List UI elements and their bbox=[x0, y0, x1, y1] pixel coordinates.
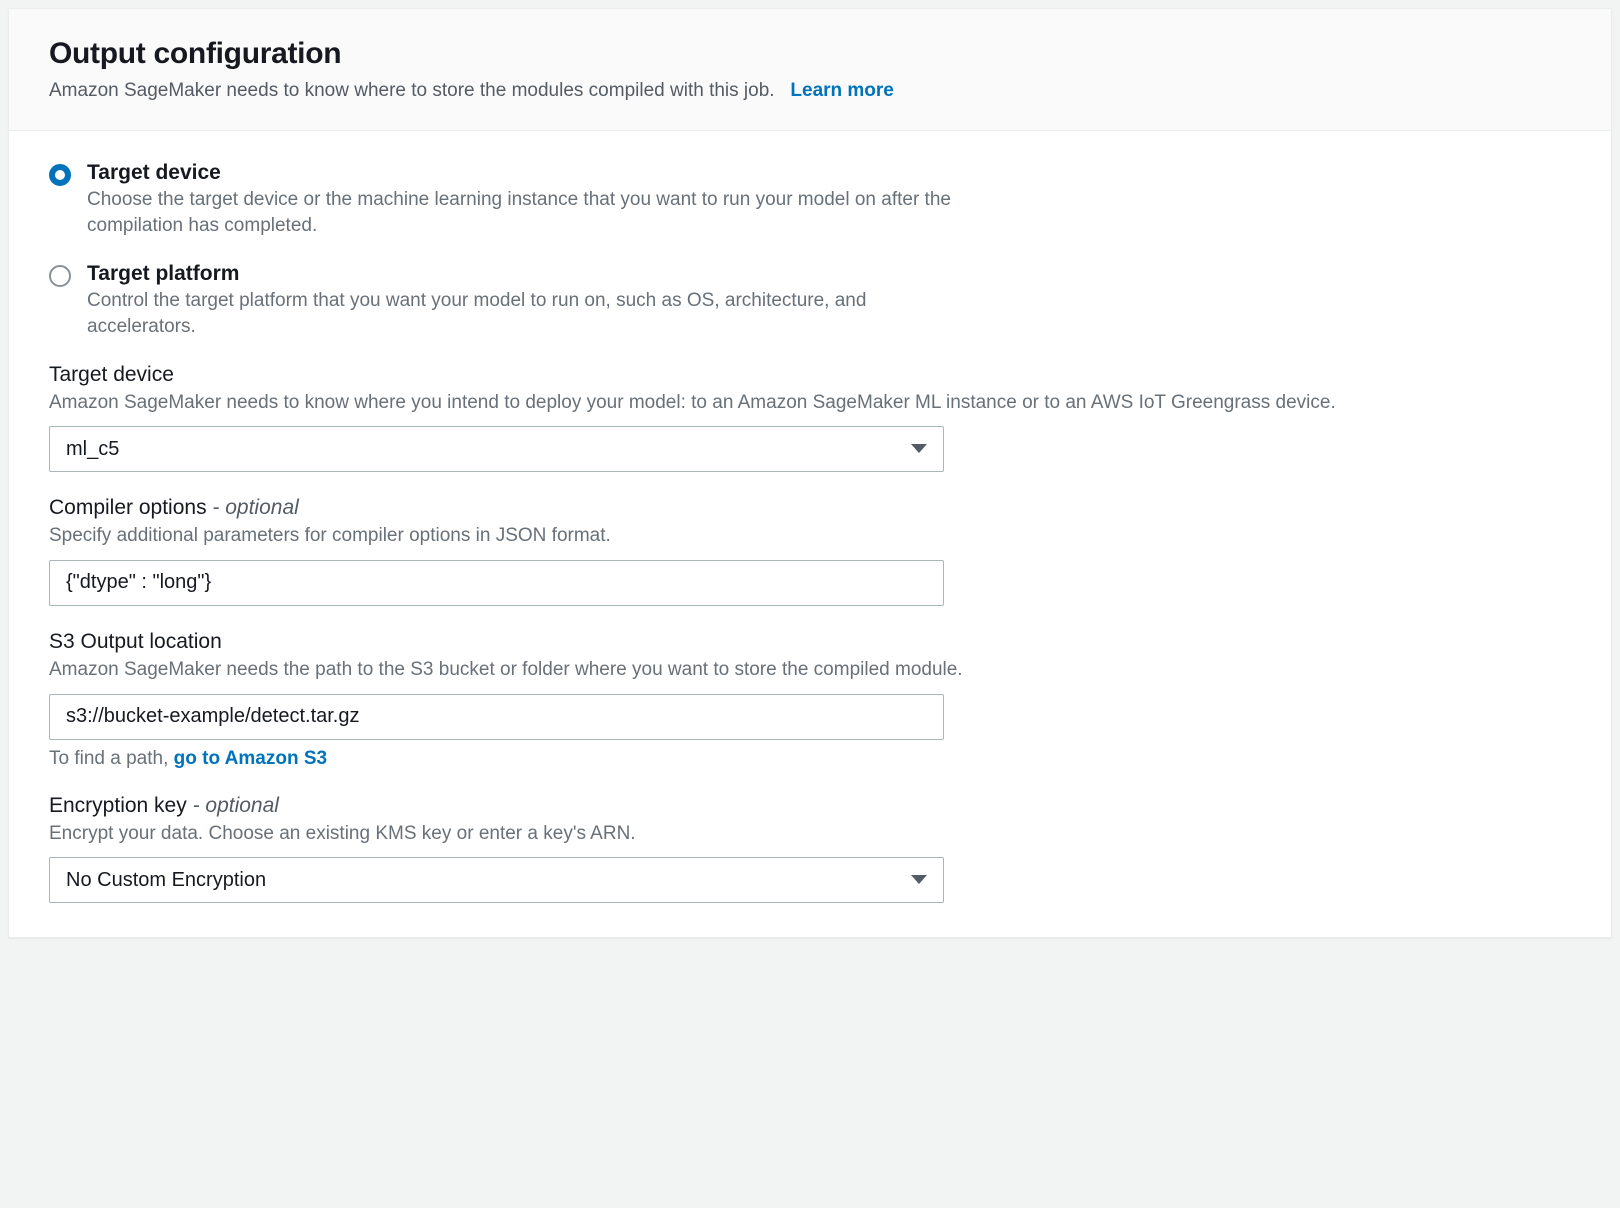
compiler-options-input[interactable] bbox=[49, 560, 944, 606]
radio-label: Target device bbox=[87, 161, 967, 185]
label-text: Compiler options bbox=[49, 496, 207, 519]
radio-target-platform[interactable]: Target platform Control the target platf… bbox=[49, 262, 1571, 341]
s3-output-input[interactable] bbox=[49, 694, 944, 740]
label-text: Encryption key bbox=[49, 794, 187, 817]
select-value: ml_c5 bbox=[66, 438, 119, 461]
optional-suffix: - optional bbox=[207, 496, 299, 519]
radio-desc: Choose the target device or the machine … bbox=[87, 187, 967, 240]
field-label: Compiler options - optional bbox=[49, 496, 1571, 520]
panel-subtitle-text: Amazon SageMaker needs to know where to … bbox=[49, 80, 775, 101]
field-label: S3 Output location bbox=[49, 630, 1571, 654]
field-encryption-key: Encryption key - optional Encrypt your d… bbox=[49, 794, 1571, 904]
field-desc: Specify additional parameters for compil… bbox=[49, 522, 1571, 550]
select-container: ml_c5 bbox=[49, 426, 944, 472]
s3-hint: To find a path, go to Amazon S3 bbox=[49, 748, 1571, 770]
radio-label: Target platform bbox=[87, 262, 967, 286]
go-to-s3-link[interactable]: go to Amazon S3 bbox=[174, 748, 327, 769]
select-container: No Custom Encryption bbox=[49, 857, 944, 903]
radio-content: Target device Choose the target device o… bbox=[87, 161, 967, 240]
panel-body: Target device Choose the target device o… bbox=[9, 131, 1611, 938]
field-label: Encryption key - optional bbox=[49, 794, 1571, 818]
field-desc: Amazon SageMaker needs the path to the S… bbox=[49, 656, 1571, 684]
radio-indicator-selected bbox=[49, 164, 71, 186]
optional-suffix: - optional bbox=[187, 794, 279, 817]
panel-title: Output configuration bbox=[49, 37, 1571, 71]
radio-indicator bbox=[49, 265, 71, 287]
output-configuration-panel: Output configuration Amazon SageMaker ne… bbox=[8, 8, 1612, 938]
learn-more-link[interactable]: Learn more bbox=[790, 80, 893, 101]
panel-header: Output configuration Amazon SageMaker ne… bbox=[9, 9, 1611, 131]
encryption-key-select[interactable]: No Custom Encryption bbox=[49, 857, 944, 903]
radio-content: Target platform Control the target platf… bbox=[87, 262, 967, 341]
hint-prefix: To find a path, bbox=[49, 748, 174, 769]
select-value: No Custom Encryption bbox=[66, 869, 266, 892]
field-label: Target device bbox=[49, 363, 1571, 387]
field-s3-output: S3 Output location Amazon SageMaker need… bbox=[49, 630, 1571, 770]
field-target-device: Target device Amazon SageMaker needs to … bbox=[49, 363, 1571, 473]
target-device-select[interactable]: ml_c5 bbox=[49, 426, 944, 472]
field-desc: Amazon SageMaker needs to know where you… bbox=[49, 389, 1571, 417]
target-radio-group: Target device Choose the target device o… bbox=[49, 161, 1571, 341]
panel-subtitle: Amazon SageMaker needs to know where to … bbox=[49, 77, 1571, 106]
radio-desc: Control the target platform that you wan… bbox=[87, 288, 967, 341]
field-compiler-options: Compiler options - optional Specify addi… bbox=[49, 496, 1571, 606]
field-desc: Encrypt your data. Choose an existing KM… bbox=[49, 820, 1571, 848]
radio-target-device[interactable]: Target device Choose the target device o… bbox=[49, 161, 1571, 240]
